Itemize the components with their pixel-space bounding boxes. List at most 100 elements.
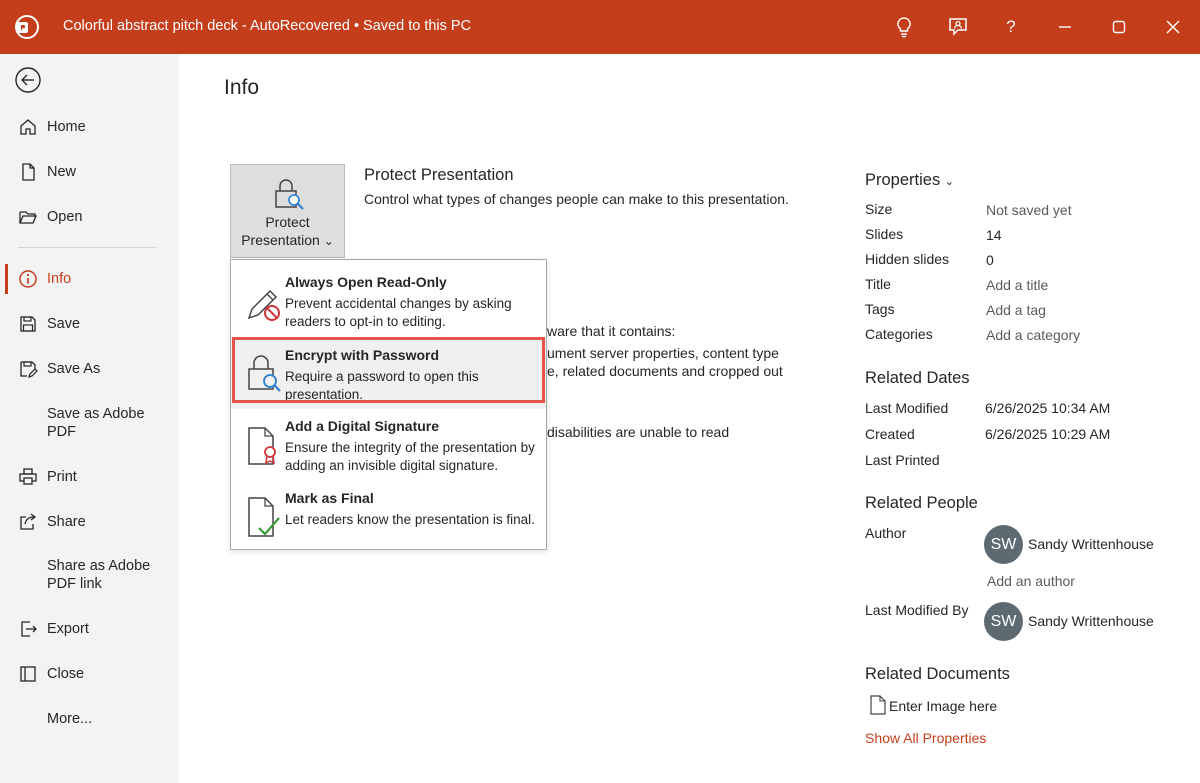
- inspect-text-line: disabilities are unable to read: [547, 424, 730, 440]
- inspect-text-line: ware that it contains:: [547, 323, 676, 339]
- sidebar-item-label: Share: [47, 514, 86, 530]
- sidebar-item-label: Print: [47, 469, 77, 485]
- add-author-field[interactable]: Add an author: [987, 573, 1075, 589]
- avatar[interactable]: SW: [984, 525, 1023, 564]
- sidebar-item-label: Open: [47, 209, 83, 225]
- protect-button-label: Protect Presentation ⌄: [231, 213, 344, 250]
- date-value: 6/26/2025 10:34 AM: [985, 400, 1111, 416]
- inspect-text-line: e, related documents and cropped out: [547, 363, 783, 379]
- sidebar-item-label: Save: [47, 316, 81, 332]
- related-people-heading: Related People: [865, 494, 978, 512]
- inspect-text-line: ument server properties, content type: [547, 345, 779, 361]
- sidebar-item-share[interactable]: Share: [0, 504, 179, 540]
- pencil-no-icon: [245, 278, 283, 324]
- related-dates-heading: Related Dates: [865, 369, 970, 387]
- sidebar-item-save[interactable]: Save: [0, 306, 179, 342]
- sidebar-item-label: Share as Adobe PDF link: [47, 558, 151, 592]
- menu-item-title: Always Open Read-Only: [285, 274, 447, 290]
- sidebar-item-info[interactable]: Info: [0, 261, 179, 297]
- back-arrow-icon[interactable]: [14, 66, 42, 94]
- sidebar-item-close[interactable]: Close: [0, 656, 179, 692]
- menu-item-description: Ensure the integrity of the presentation…: [285, 440, 535, 473]
- related-documents-heading: Related Documents: [865, 665, 1010, 683]
- powerpoint-icon: [14, 14, 40, 40]
- document-icon: [870, 695, 886, 715]
- related-document-link[interactable]: Enter Image here: [889, 698, 997, 714]
- lock-key-icon: [273, 177, 305, 211]
- author-label: Author: [865, 525, 907, 541]
- new-document-icon: [18, 162, 38, 182]
- lightbulb-icon[interactable]: [888, 12, 920, 42]
- backstage-sidebar: Home New Open Info Save Save As Save as …: [0, 54, 179, 783]
- sidebar-item-label: New: [47, 164, 77, 180]
- sidebar-item-save-as-adobe-pdf[interactable]: Save as Adobe PDF: [0, 396, 179, 442]
- menu-item-description: Prevent accidental changes by asking rea…: [285, 296, 512, 329]
- menu-item-description: Let readers know the presentation is fin…: [285, 512, 535, 527]
- categories-field[interactable]: Add a category: [986, 327, 1080, 343]
- protect-section-title: Protect Presentation: [364, 166, 514, 184]
- sidebar-item-share-as-adobe-pdf-link[interactable]: Share as Adobe PDF link: [0, 548, 179, 594]
- sidebar-divider: [18, 247, 157, 248]
- date-value: 6/26/2025 10:29 AM: [985, 426, 1111, 442]
- avatar[interactable]: SW: [984, 602, 1023, 641]
- sidebar-item-label: Save as Adobe PDF: [47, 406, 145, 440]
- title-field[interactable]: Add a title: [986, 277, 1048, 293]
- print-icon: [18, 467, 38, 487]
- save-as-icon: [18, 359, 38, 379]
- sidebar-item-export[interactable]: Export: [0, 611, 179, 647]
- certificate-document-icon: [245, 422, 283, 468]
- protect-presentation-button[interactable]: Protect Presentation ⌄: [230, 164, 345, 258]
- export-icon: [18, 619, 38, 639]
- modifier-name[interactable]: Sandy Writtenhouse: [1028, 613, 1154, 629]
- page-title: Info: [224, 76, 260, 99]
- highlight-annotation-box: [232, 337, 545, 403]
- close-icon[interactable]: [1157, 12, 1189, 42]
- menu-item-title: Add a Digital Signature: [285, 418, 440, 434]
- close-file-icon: [18, 664, 38, 684]
- property-value: Not saved yet: [986, 202, 1072, 218]
- menu-item-mark-as-final[interactable]: Mark as Final Let readers know the prese…: [231, 480, 546, 552]
- sidebar-item-open[interactable]: Open: [0, 199, 179, 235]
- sidebar-item-label: Info: [47, 271, 72, 287]
- author-name[interactable]: Sandy Writtenhouse: [1028, 536, 1154, 552]
- window-title: Colorful abstract pitch deck - AutoRecov…: [63, 18, 472, 34]
- chevron-down-icon: ⌄: [944, 176, 955, 188]
- chevron-down-icon: ⌄: [323, 234, 334, 248]
- sidebar-item-label: Close: [47, 666, 85, 682]
- date-label: Created: [865, 426, 915, 442]
- date-label: Last Printed: [865, 452, 940, 468]
- tags-field[interactable]: Add a tag: [986, 302, 1046, 318]
- properties-title: Properties: [865, 171, 941, 189]
- minimize-icon[interactable]: [1049, 12, 1081, 42]
- sidebar-item-label: Export: [47, 621, 89, 637]
- protect-label-line1: Protect: [265, 214, 310, 230]
- help-icon[interactable]: ?: [995, 12, 1027, 42]
- sidebar-item-label: Home: [47, 119, 86, 135]
- sidebar-item-home[interactable]: Home: [0, 109, 179, 145]
- property-label: Title: [865, 276, 891, 292]
- protect-label-line2: Presentation: [241, 232, 320, 248]
- sidebar-item-more[interactable]: More...: [0, 701, 179, 737]
- menu-item-always-open-read-only[interactable]: Always Open Read-Only Prevent accidental…: [231, 264, 546, 336]
- property-value: 14: [986, 227, 1002, 243]
- info-icon: [18, 269, 38, 289]
- protect-section-description: Control what types of changes people can…: [364, 191, 789, 207]
- sidebar-item-save-as[interactable]: Save As: [0, 351, 179, 387]
- property-label: Tags: [865, 301, 895, 317]
- show-all-properties-link[interactable]: Show All Properties: [865, 730, 986, 746]
- title-bar: Colorful abstract pitch deck - AutoRecov…: [0, 0, 1200, 54]
- sidebar-item-print[interactable]: Print: [0, 459, 179, 495]
- protect-dropdown-menu: Always Open Read-Only Prevent accidental…: [230, 259, 547, 550]
- feedback-icon[interactable]: [942, 12, 974, 42]
- properties-heading[interactable]: Properties ⌄: [865, 171, 954, 190]
- save-icon: [18, 314, 38, 334]
- share-icon: [18, 512, 38, 532]
- home-icon: [18, 117, 38, 137]
- sidebar-item-label: Save As: [47, 361, 101, 377]
- sidebar-item-new[interactable]: New: [0, 154, 179, 190]
- help-label: ?: [1006, 17, 1016, 36]
- maximize-icon[interactable]: [1103, 12, 1135, 42]
- menu-item-add-digital-signature[interactable]: Add a Digital Signature Ensure the integ…: [231, 408, 546, 480]
- property-value: 0: [986, 252, 994, 268]
- property-label: Categories: [865, 326, 933, 342]
